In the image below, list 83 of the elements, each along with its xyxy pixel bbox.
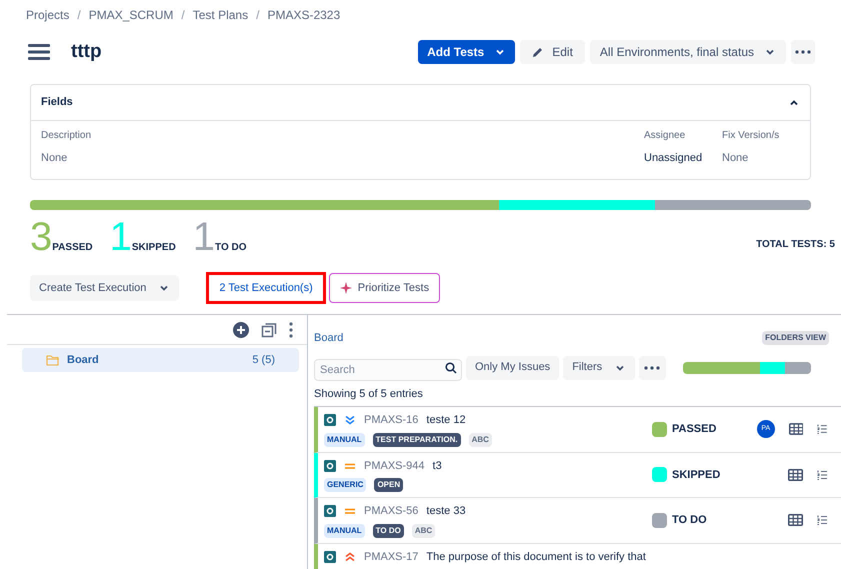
breadcrumb-separator: / (77, 7, 81, 24)
field-value[interactable]: None (722, 150, 800, 166)
folders-view-badge[interactable]: FOLDERS VIEW (762, 331, 829, 346)
page-title: tttp (71, 40, 102, 64)
numbered-list-icon[interactable] (817, 470, 827, 480)
tag-label: TO DO (372, 524, 404, 538)
test-key[interactable]: PMAXS-944 (364, 458, 425, 474)
grid-icon[interactable] (788, 468, 803, 481)
stat-count: 1 (110, 218, 132, 256)
fields-title: Fields (41, 95, 73, 110)
folder-icon (46, 354, 60, 366)
field-label: Assignee (644, 129, 686, 143)
test-type-icon (324, 460, 336, 472)
test-type-icon (324, 414, 336, 426)
tag-label: ABC (468, 432, 492, 446)
breadcrumb-link[interactable]: PMAXS-2323 (267, 6, 340, 24)
tag-label: MANUAL (324, 432, 365, 446)
test-executions-link[interactable]: 2 Test Execution(s) (206, 272, 326, 304)
environment-dropdown[interactable]: All Environments, final status (590, 40, 786, 64)
double-chevron-up-icon (344, 551, 356, 563)
stat-count: 1 (192, 218, 216, 256)
stat-label: SKIPPED (132, 241, 176, 255)
create-test-execution-dropdown[interactable]: Create Test Execution (30, 275, 180, 301)
prioritize-tests-button[interactable]: Prioritize Tests (328, 273, 440, 303)
test-key[interactable]: PMAXS-17 (364, 548, 418, 566)
grid-icon[interactable] (788, 514, 803, 526)
more-button[interactable] (639, 356, 666, 380)
test-row[interactable]: PMAXS-944 t3 GENERIC OPEN SKIPPED (314, 452, 841, 498)
board-title: Board (314, 331, 344, 346)
test-type-icon (324, 551, 336, 563)
stat-label: PASSED (52, 241, 93, 255)
test-type-icon (324, 505, 336, 518)
breadcrumb-separator: / (256, 7, 260, 24)
stat-count: 3 (30, 218, 52, 256)
vertical-more-icon[interactable] (289, 322, 293, 338)
numbered-list-icon[interactable] (817, 424, 827, 434)
stat-label: TO DO (215, 241, 247, 255)
folder-name: Board (67, 352, 99, 368)
breadcrumb-link[interactable]: Test Plans (192, 6, 248, 24)
edit-button[interactable]: Edit (520, 40, 585, 64)
sparkle-icon (340, 282, 352, 294)
breadcrumb-link[interactable]: Projects (26, 6, 70, 24)
tag-label: MANUAL (324, 524, 365, 538)
field-label: Description (41, 129, 92, 143)
tag-label: GENERIC (324, 478, 366, 492)
test-status: TO DO (672, 513, 707, 528)
test-status: PASSED (672, 422, 716, 437)
breadcrumb-link[interactable]: PMAX_SCRUM (88, 6, 174, 24)
test-summary: t3 (432, 458, 442, 474)
grid-icon[interactable] (788, 423, 804, 436)
field-value[interactable]: None (41, 150, 644, 166)
test-summary: teste 12 (426, 413, 466, 428)
field-label: Fix Version/s (722, 129, 780, 143)
add-circle-icon[interactable] (233, 322, 249, 338)
double-chevron-down-icon (344, 414, 356, 426)
entries-count: Showing 5 of 5 entries (314, 386, 424, 402)
menu-icon[interactable] (28, 43, 50, 61)
more-icon (795, 50, 811, 54)
breadcrumb-separator: / (181, 7, 185, 24)
test-status: SKIPPED (672, 468, 720, 482)
only-my-issues-button[interactable]: Only My Issues (466, 356, 560, 380)
field-value: Unassigned (644, 151, 704, 166)
search-icon (445, 362, 457, 374)
test-row[interactable]: PMAXS-56 teste 33 MANUAL TO DO ABC TO DO (314, 498, 841, 544)
tag-label: OPEN (374, 478, 404, 492)
pencil-icon (532, 46, 544, 58)
test-key[interactable]: PMAXS-56 (364, 503, 418, 520)
more-icon (644, 366, 660, 370)
more-button[interactable] (791, 40, 815, 64)
search-field[interactable]: Search (314, 358, 462, 380)
test-summary: teste 33 (426, 504, 466, 519)
test-row[interactable]: PMAXS-17 The purpose of this document is to verify that (314, 544, 841, 569)
stacked-panels-icon[interactable] (261, 322, 277, 338)
numbered-list-icon[interactable] (817, 515, 827, 526)
filters-dropdown[interactable]: Filters (563, 356, 636, 380)
tag-label: TEST PREPARATION. (372, 432, 461, 446)
total-tests: TOTAL TESTS: 5 (756, 238, 835, 252)
add-tests-button[interactable]: Add Tests (418, 40, 516, 64)
tag-label: ABC (412, 524, 436, 538)
test-summary: The purpose of this document is to verify that (426, 550, 646, 565)
folder-count: 5 (5) (252, 352, 275, 368)
folder-item[interactable]: Board 5 (5) (22, 348, 299, 372)
test-key[interactable]: PMAXS-16 (364, 412, 418, 428)
